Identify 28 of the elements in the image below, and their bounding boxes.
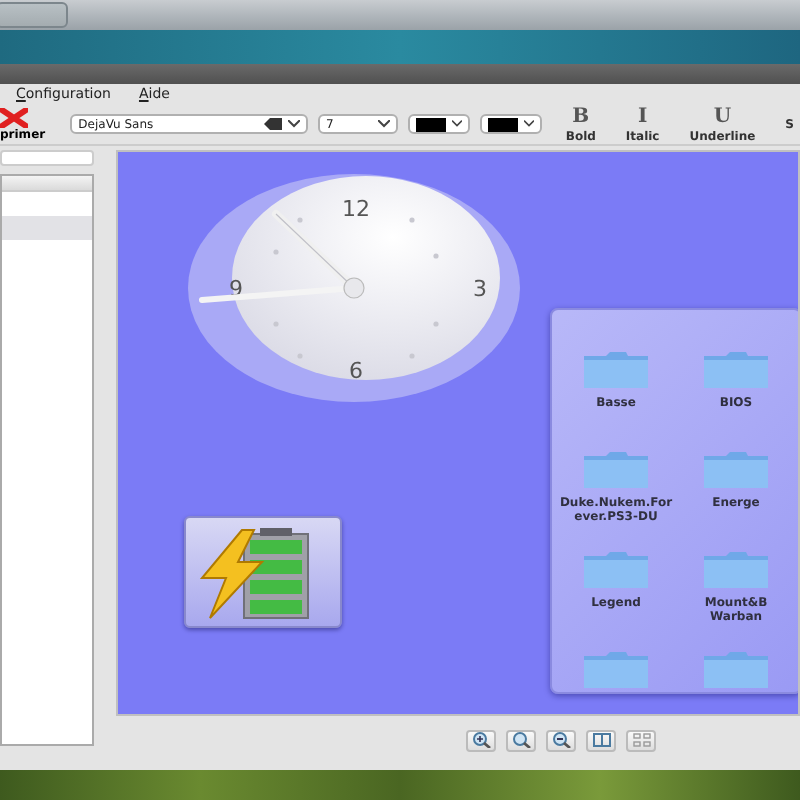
folder-icon[interactable] [582,350,650,390]
caret-icon [287,120,300,128]
folder-icon[interactable] [702,550,770,590]
fit-button[interactable] [586,729,616,751]
zoom-original-button[interactable] [506,729,536,751]
format-icon: B [572,105,590,129]
taskbar-button[interactable] [0,2,68,28]
folder-icon[interactable] [582,450,650,490]
search-field[interactable] [0,150,94,166]
caret-icon [451,120,462,128]
caret-icon [377,120,390,128]
zoom-out-button[interactable] [546,729,576,751]
zoom-in-button[interactable] [466,729,496,751]
caret-icon [523,120,534,128]
color-combo[interactable] [479,114,542,134]
folder-icon[interactable] [702,650,770,690]
clear-icon[interactable] [263,118,282,130]
format-icon: U [713,105,732,129]
close-icon [0,107,28,127]
selected-row[interactable] [2,216,92,240]
folder-icon[interactable] [582,650,650,690]
folder-icon[interactable] [582,550,650,590]
grid-button[interactable] [626,729,656,751]
list-header [2,176,92,192]
color-combo[interactable] [407,114,470,134]
folder-icon[interactable] [702,450,770,490]
format-icon: I [637,105,648,129]
folder-icon[interactable] [702,350,770,390]
